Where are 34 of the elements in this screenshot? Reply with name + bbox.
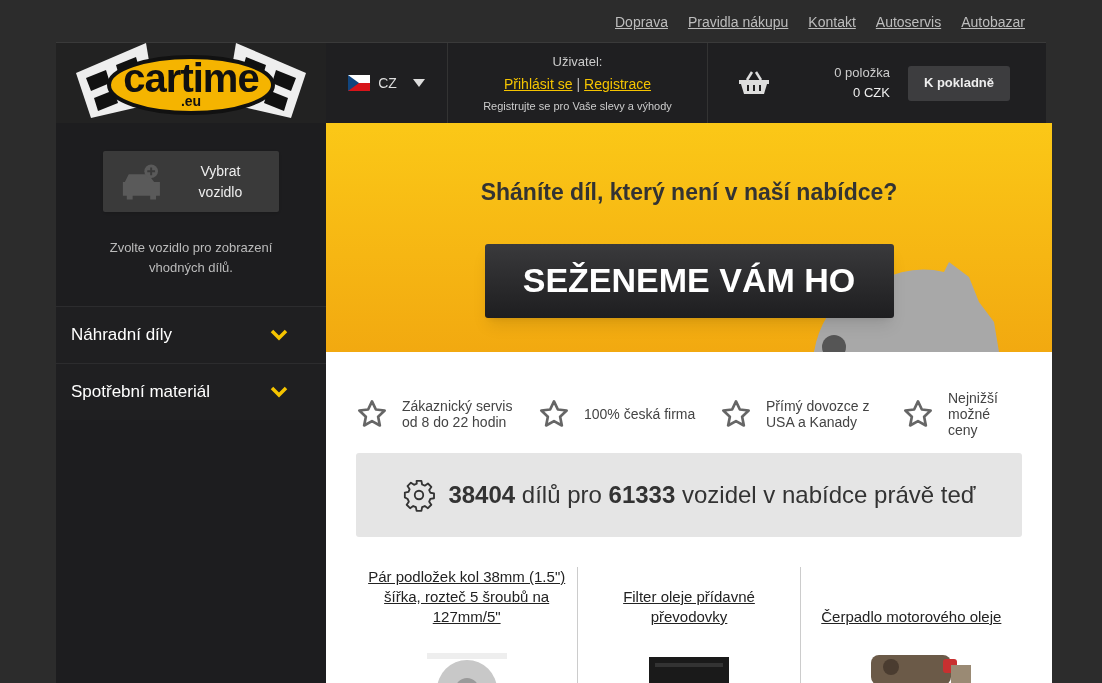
select-vehicle-button[interactable]: Vybrat vozidlo: [103, 151, 279, 212]
nav-link[interactable]: Kontakt: [808, 11, 856, 33]
nav-link[interactable]: Pravidla nákupu: [687, 11, 789, 33]
feature-text: Nejnižší možné ceny: [948, 389, 999, 438]
star-icon: [902, 397, 934, 430]
star-icon: [720, 397, 752, 430]
cart-total: 0 CZK: [853, 84, 890, 102]
gear-icon: [402, 478, 437, 512]
vehicle-hint: Zvolte vozidlo pro zobrazení vhodných dílů.: [108, 239, 274, 277]
product-link[interactable]: Pár podložek kol 38mm (1.5") šířka, rozteč 5 šroubů na 127mm/5": [368, 567, 566, 627]
language-selector[interactable]: CZ: [348, 72, 425, 94]
separator: |: [576, 75, 581, 94]
basket-icon[interactable]: [738, 71, 770, 95]
star-icon: [538, 397, 570, 430]
caret-icon: [412, 79, 425, 87]
feature-text: Přímý dovozce z USA a Kanady: [766, 397, 871, 430]
register-note: Registrujte se pro Vaše slevy a výhody: [483, 99, 672, 114]
banner-question: Sháníte díl, který není v naší nabídce?: [480, 178, 898, 207]
nav-link[interactable]: Doprava: [615, 11, 668, 33]
register-link[interactable]: Registrace: [584, 74, 651, 95]
star-icon: [356, 397, 388, 430]
nav-link[interactable]: Autobazar: [961, 11, 1025, 33]
feature-text: Zákaznický servis od 8 do 22 hodin: [402, 397, 514, 430]
product-link[interactable]: Filter oleje přídavné převodovky: [590, 587, 788, 627]
user-label: Uživatel:: [552, 52, 603, 71]
nav-link[interactable]: Autoservis: [875, 11, 942, 33]
cart-count: 0 položka: [834, 64, 890, 82]
checkout-button[interactable]: K pokladně: [907, 65, 1010, 101]
product-link[interactable]: Čerpadlo motorového oleje: [821, 607, 1002, 627]
feature-text: 100% česká firma: [584, 405, 697, 422]
login-link[interactable]: Přihlásit se: [504, 74, 573, 95]
stats-text: 38404 dílů pro 61333 vozidel v nabídce právě teď: [448, 480, 976, 510]
czech-flag-icon: [348, 75, 371, 91]
cta-button[interactable]: SEŽENEME VÁM HO: [484, 243, 894, 318]
